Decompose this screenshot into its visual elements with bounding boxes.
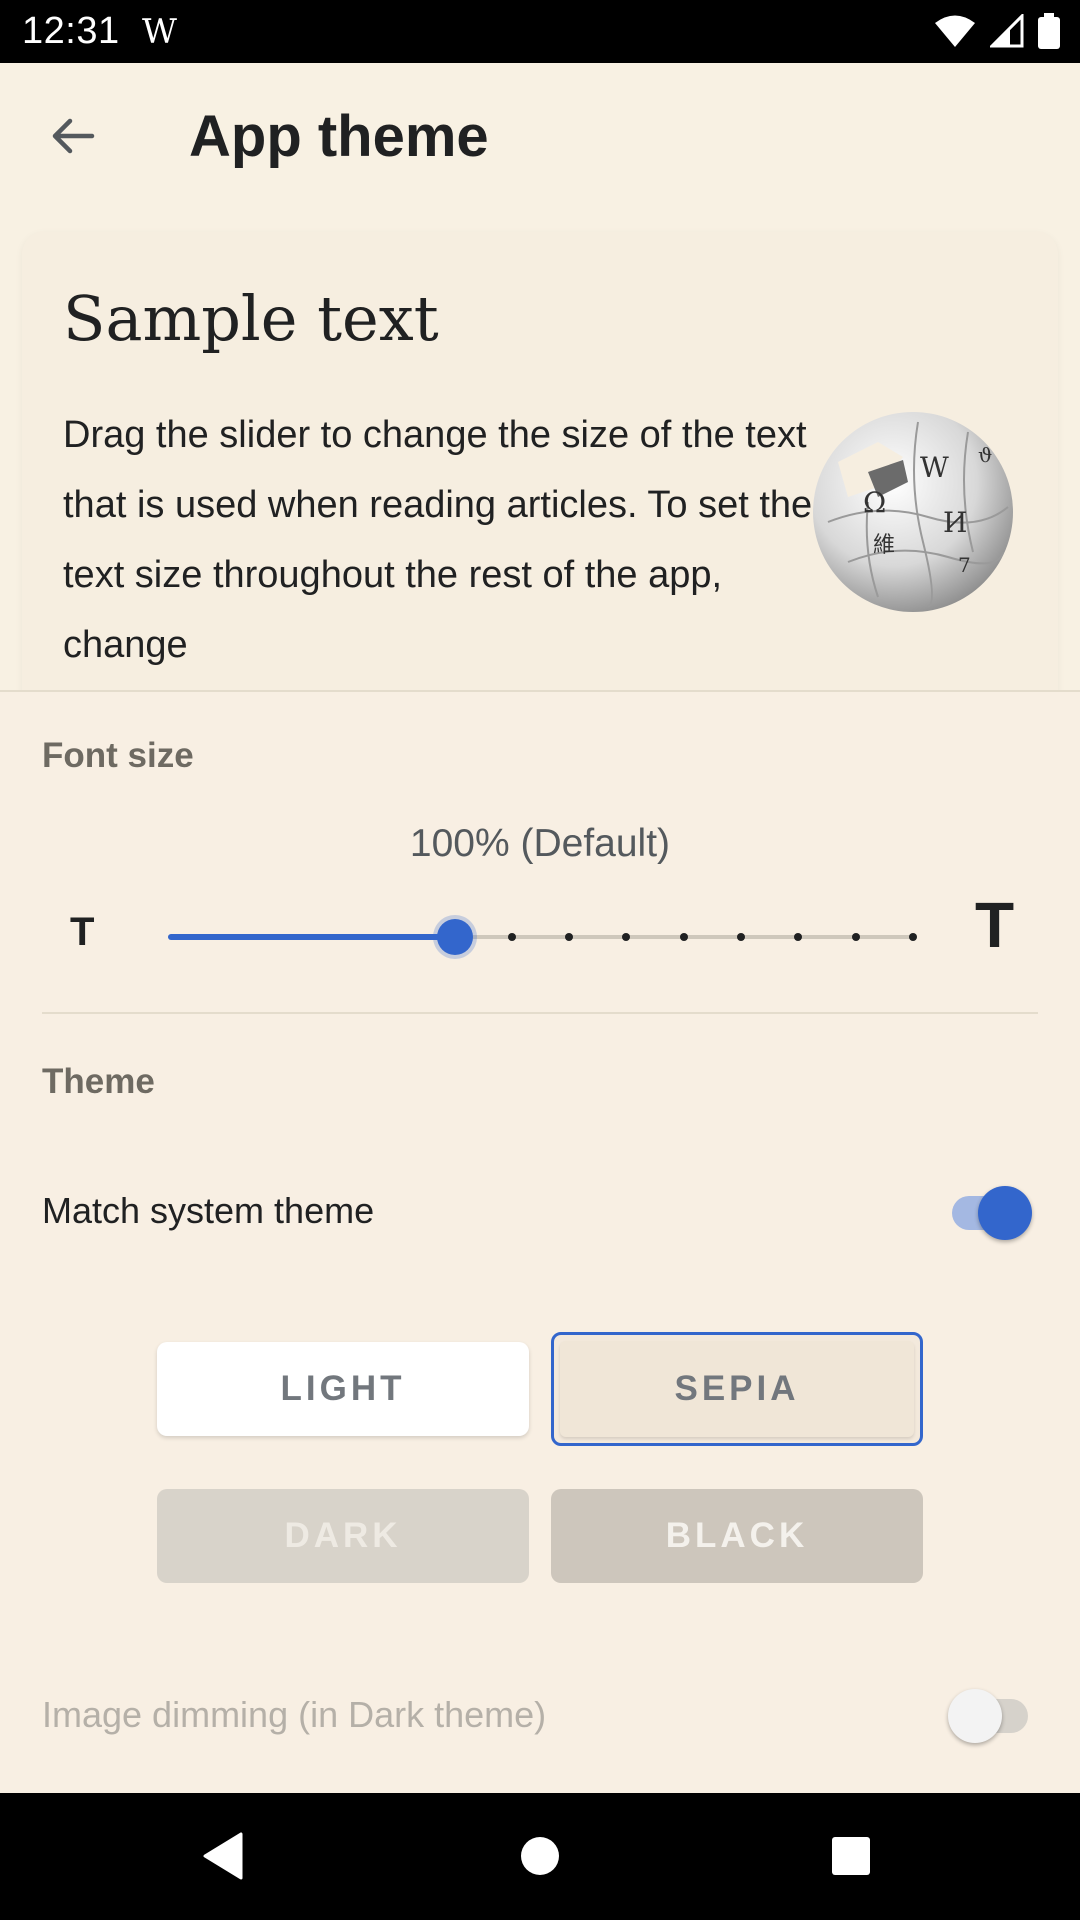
svg-text:Ω: Ω <box>863 486 886 519</box>
nav-recents-button[interactable] <box>818 1823 884 1889</box>
slider-fill <box>168 934 455 940</box>
svg-text:W: W <box>920 451 949 484</box>
nav-back-icon <box>203 1832 243 1880</box>
app-bar: App theme <box>0 63 1080 213</box>
font-size-value: 100% (Default) <box>409 822 671 865</box>
slider-tick <box>565 933 574 941</box>
image-dimming-switch[interactable] <box>948 1685 1032 1745</box>
nav-home-button[interactable] <box>507 1823 573 1889</box>
slider-tick <box>507 933 516 941</box>
settings-panel: Font size 100% (Default) T T Theme Match… <box>0 690 1080 1793</box>
sample-body: Drag the slider to change the size of th… <box>63 414 813 666</box>
slider-tick <box>622 933 631 941</box>
decrease-font-icon[interactable]: T <box>70 910 94 955</box>
sepia-button-label: SEPIA <box>560 1341 914 1437</box>
svg-text:И: И <box>943 506 967 539</box>
status-bar: 12:31 W <box>0 0 1080 63</box>
slider-tick <box>794 933 803 941</box>
cellular-signal-icon <box>990 14 1024 48</box>
status-time: 12:31 <box>22 10 120 52</box>
slider-thumb[interactable] <box>436 919 473 955</box>
sample-text-card: Sample text Drag the slider to change th… <box>22 232 1058 732</box>
divider <box>42 1012 1038 1014</box>
theme-black-button[interactable]: BLACK <box>551 1489 923 1583</box>
wikipedia-notification-icon: W <box>142 12 177 52</box>
slider-tick <box>737 933 746 941</box>
sample-title: Sample text <box>63 282 439 355</box>
match-system-theme-switch[interactable] <box>948 1182 1032 1242</box>
theme-label: Theme <box>42 1062 155 1101</box>
nav-back-button[interactable] <box>190 1823 256 1889</box>
match-system-theme-label: Match system theme <box>42 1190 375 1231</box>
theme-sepia-button[interactable]: SEPIA <box>551 1332 923 1446</box>
battery-icon <box>1038 13 1060 49</box>
arrow-back-icon <box>52 118 95 154</box>
switch-knob <box>948 1689 1002 1743</box>
nav-home-icon <box>521 1837 559 1875</box>
theme-dark-button[interactable]: DARK <box>157 1489 529 1583</box>
increase-font-icon[interactable]: T <box>975 888 1014 962</box>
font-size-slider[interactable] <box>168 917 917 957</box>
svg-text:維: 維 <box>873 533 895 558</box>
slider-tick <box>679 933 688 941</box>
slider-tick <box>909 933 917 941</box>
slider-tick <box>851 933 860 941</box>
system-nav-bar <box>0 1793 1080 1920</box>
font-size-label: Font size <box>42 736 194 775</box>
switch-knob <box>978 1186 1032 1240</box>
image-dimming-label: Image dimming (in Dark theme) <box>42 1694 547 1735</box>
wifi-icon <box>935 15 975 47</box>
back-button[interactable] <box>40 103 106 169</box>
status-icons <box>934 12 1060 50</box>
nav-recents-icon <box>832 1837 870 1875</box>
svg-text:7: 7 <box>958 553 971 577</box>
svg-text:ϑ: ϑ <box>978 443 992 467</box>
page-title: App theme <box>189 104 489 169</box>
theme-light-button[interactable]: LIGHT <box>157 1342 529 1436</box>
wikipedia-globe-logo: W Ω И 維 ϑ 7 <box>813 412 1013 612</box>
